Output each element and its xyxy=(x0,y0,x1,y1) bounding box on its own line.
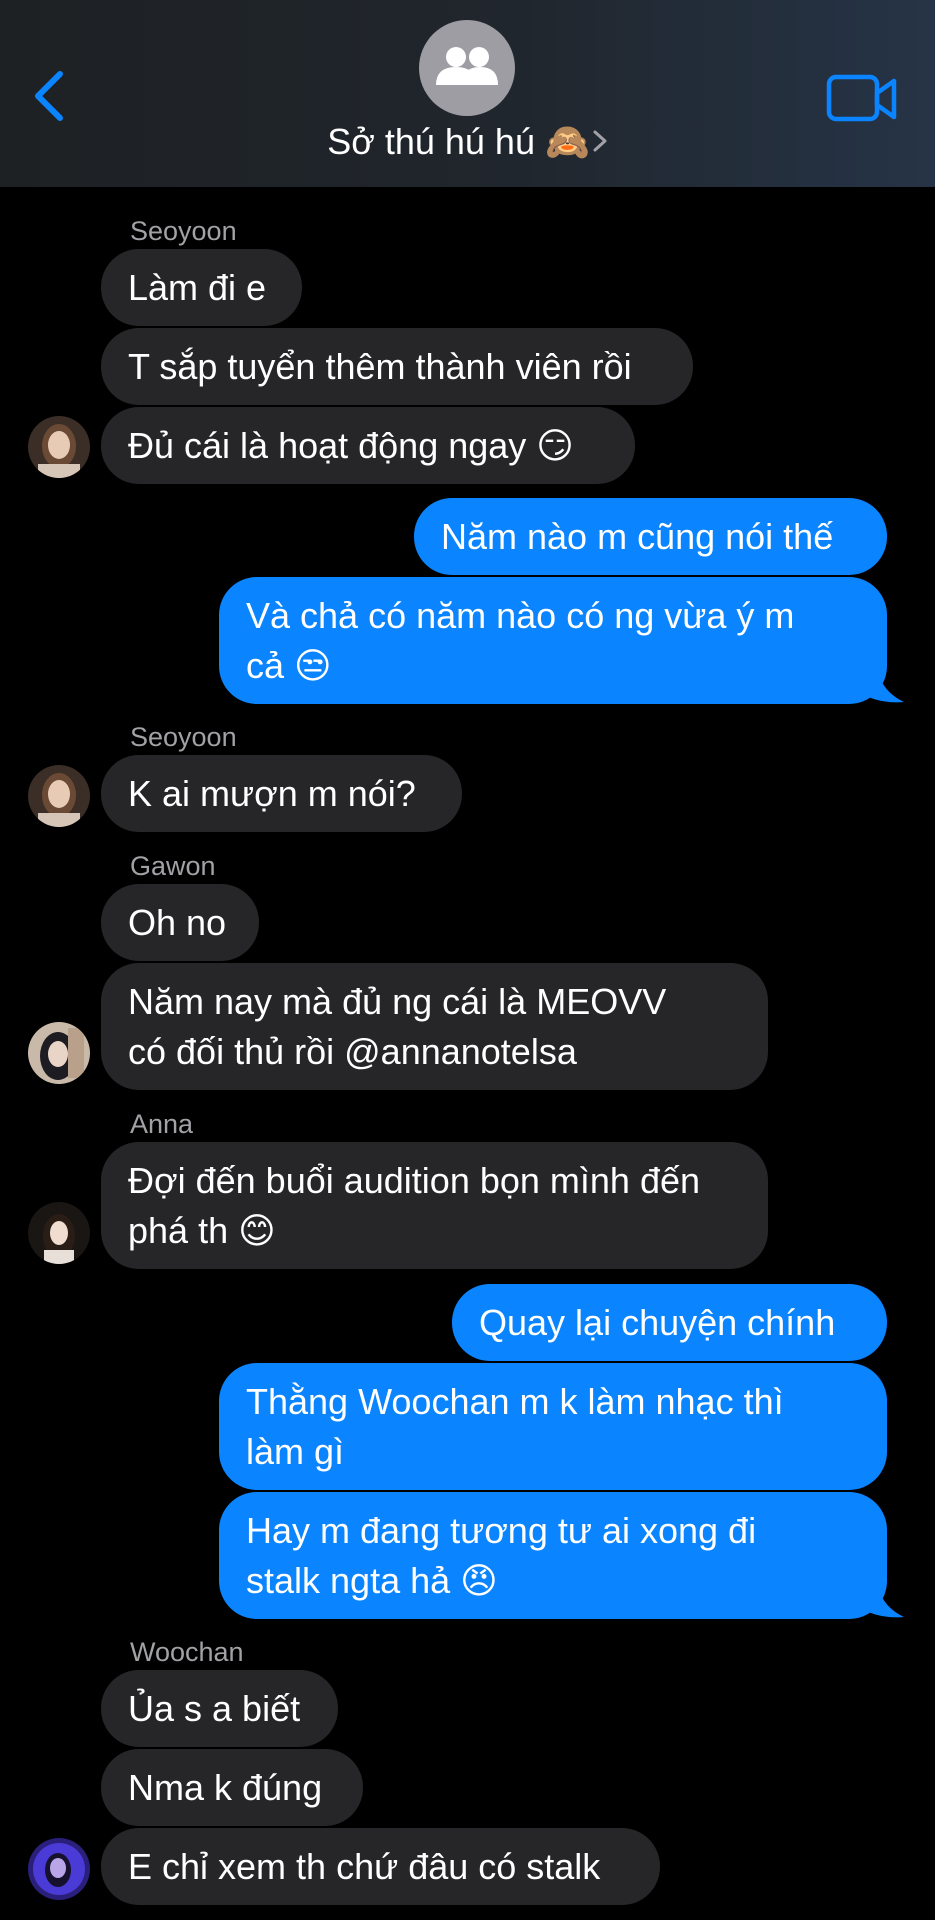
sender-name: Woochan xyxy=(130,1637,244,1667)
message-bubble-incoming[interactable]: K ai mượn m nói? xyxy=(101,755,462,832)
group-title-text: Sở thú hú hú 🙈 xyxy=(327,121,590,162)
avatar[interactable] xyxy=(28,1022,90,1084)
message-bubble-incoming[interactable]: Năm nay mà đủ ng cái là MEOVV có đối thủ… xyxy=(101,963,768,1090)
message-bubble-outgoing[interactable]: Và chả có năm nào có ng vừa ý m cả 😒 xyxy=(219,577,887,704)
message-bubble-incoming[interactable]: T sắp tuyển thêm thành viên rồi xyxy=(101,328,693,405)
group-people-icon xyxy=(436,47,498,85)
message-bubble-outgoing[interactable]: Hay m đang tương tư ai xong đi stalk ngt… xyxy=(219,1492,887,1619)
message-bubble-incoming[interactable]: Đợi đến buổi audition bọn mình đến phá t… xyxy=(101,1142,768,1269)
chevron-left-icon xyxy=(35,71,63,121)
sender-name: Anna xyxy=(130,1109,194,1139)
message-bubble-incoming[interactable]: Đủ cái là hoạt động ngay 😏 xyxy=(101,407,635,484)
sender-name: Seoyoon xyxy=(130,216,237,246)
bubble-tail xyxy=(862,1575,904,1618)
message-bubble-outgoing[interactable]: Thằng Woochan m k làm nhạc thì làm gì xyxy=(219,1363,887,1490)
sender-name: Gawon xyxy=(130,851,216,881)
avatar[interactable] xyxy=(28,1202,90,1264)
video-camera-icon xyxy=(826,74,897,122)
group-avatar[interactable] xyxy=(419,20,515,116)
avatar[interactable] xyxy=(28,1838,90,1900)
avatar[interactable] xyxy=(28,765,90,827)
message-bubble-incoming[interactable]: Ủa s a biết xyxy=(101,1670,338,1747)
message-bubble-incoming[interactable]: Làm đi e xyxy=(101,249,302,326)
back-button[interactable] xyxy=(26,66,76,126)
group-title[interactable]: Sở thú hú hú 🙈 xyxy=(0,119,935,167)
avatar[interactable] xyxy=(28,416,90,478)
bubble-tail xyxy=(862,660,904,703)
message-bubble-outgoing[interactable]: Quay lại chuyện chính xyxy=(452,1284,887,1361)
sender-name: Seoyoon xyxy=(130,722,237,752)
message-bubble-incoming[interactable]: Oh no xyxy=(101,884,259,961)
message-bubble-outgoing[interactable]: Năm nào m cũng nói thế xyxy=(414,498,887,575)
message-bubble-incoming[interactable]: E chỉ xem th chứ đâu có stalk xyxy=(101,1828,660,1905)
message-bubble-incoming[interactable]: Nma k đúng xyxy=(101,1749,363,1826)
chevron-right-icon xyxy=(592,121,608,167)
conversation-header: Sở thú hú hú 🙈 xyxy=(0,0,935,187)
video-call-button[interactable] xyxy=(826,74,898,124)
